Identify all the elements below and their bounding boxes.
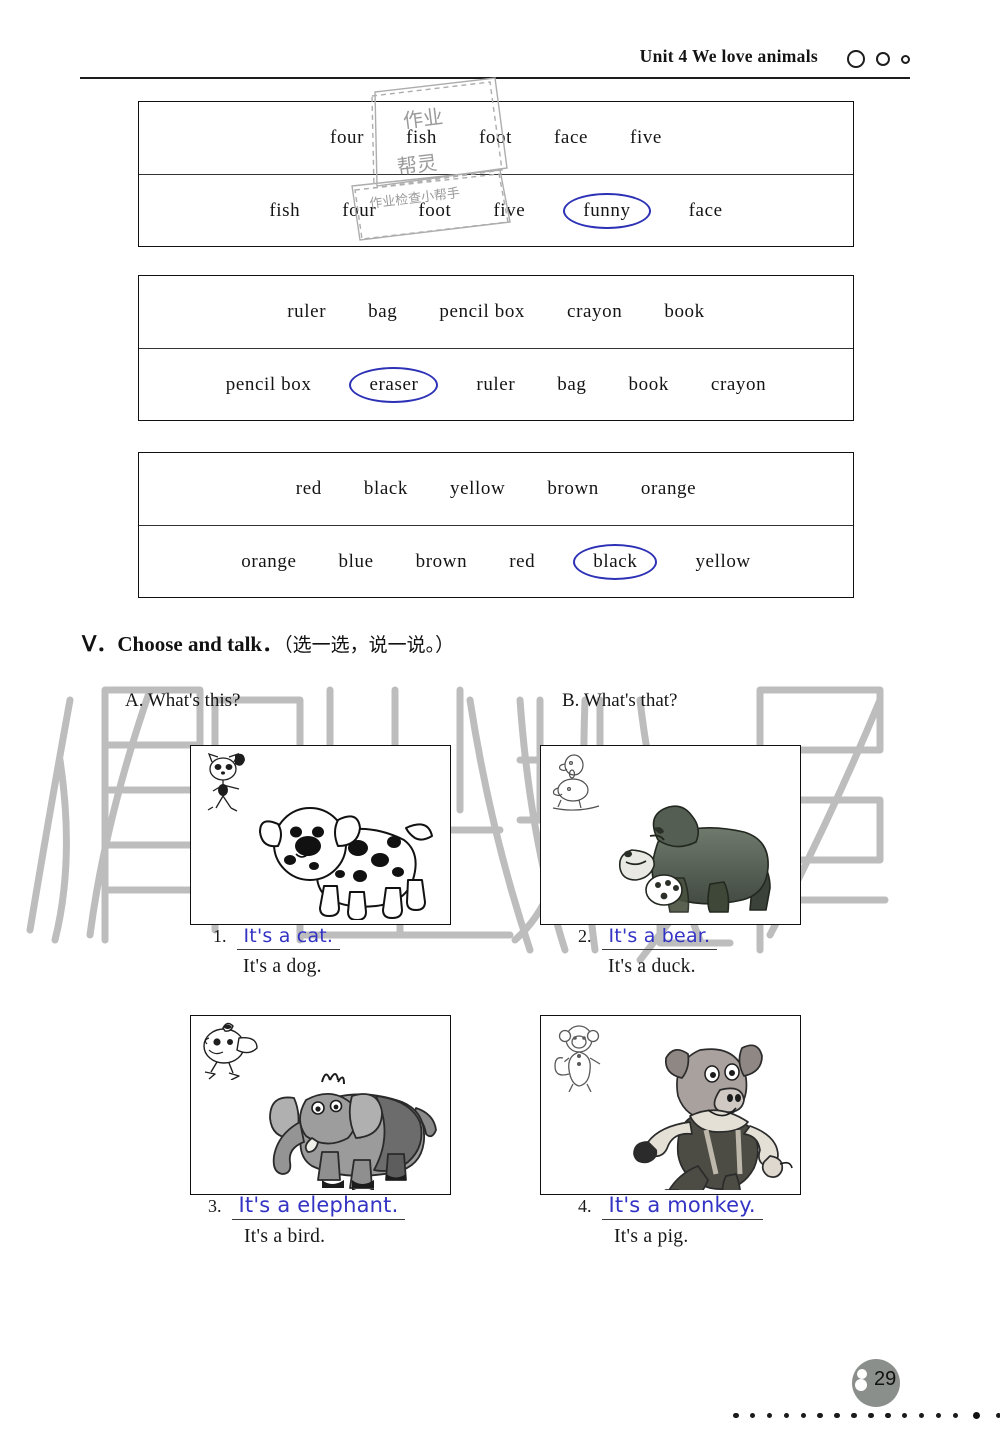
- word-table-colours: red black yellow brown orange orange blu…: [138, 452, 854, 598]
- word-item: red: [509, 550, 536, 572]
- group-label-a: A. What's this?: [125, 690, 241, 711]
- word-item: blue: [338, 550, 374, 572]
- elephant-illustration: [269, 1073, 437, 1190]
- table-row: fish four foot five funny face: [139, 174, 853, 246]
- dressed-pig-illustration: [633, 1044, 793, 1190]
- table-row: ruler bag pencil box crayon book: [139, 276, 853, 348]
- word-row: ruler bag pencil box crayon book: [283, 299, 709, 325]
- picture-box-dalmatian-dog: [190, 745, 451, 925]
- word-item: pencil box: [225, 373, 312, 395]
- dalmatian-dog-illustration: [259, 807, 433, 920]
- word-item-circled: funny: [563, 192, 651, 229]
- page-header: Unit 4 We love animals: [80, 46, 910, 86]
- word-row: red black yellow brown orange: [292, 476, 700, 502]
- word-item: foot: [418, 199, 452, 221]
- word-item: orange: [640, 478, 697, 499]
- bear-illustration: [618, 805, 771, 913]
- answer-number: 2.: [578, 926, 592, 946]
- answer-number: 1.: [213, 926, 227, 946]
- printed-answer: It's a pig.: [614, 1226, 689, 1247]
- answer-item-3: 3. It's a elephant. It's a bird.: [208, 1193, 406, 1248]
- word-item: red: [295, 478, 322, 499]
- page-number: 29: [874, 1368, 897, 1390]
- word-item: four: [342, 199, 377, 221]
- word-row: orange blue brown red black yellow: [237, 543, 755, 580]
- header-rule: [80, 77, 910, 79]
- word-item: yellow: [695, 550, 751, 572]
- word-table-numbers-and-face: four fish foot face five fish four foot …: [138, 101, 854, 247]
- word-item: orange: [241, 550, 297, 572]
- table-row: pencil box eraser ruler bag book crayon: [139, 348, 853, 420]
- word-item-circled: eraser: [349, 366, 439, 403]
- word-item: pencil box: [439, 301, 526, 322]
- word-item: ruler: [476, 373, 516, 395]
- header-dot-group: [847, 48, 910, 70]
- word-item: face: [554, 127, 589, 148]
- word-item: brown: [547, 478, 599, 499]
- word-item: five: [493, 199, 526, 221]
- answer-written-row: 4. It's a monkey.: [578, 1193, 763, 1220]
- word-row: four fish foot face five: [326, 125, 666, 151]
- footer-dot-line: [733, 1408, 1000, 1423]
- word-item: yellow: [450, 478, 506, 499]
- answer-number: 3.: [208, 1196, 222, 1216]
- table-row: orange blue brown red black yellow: [139, 525, 853, 597]
- small-circle-icon: [901, 54, 910, 64]
- word-row: fish four foot five funny face: [265, 192, 726, 229]
- table-row: red black yellow brown orange: [139, 453, 853, 525]
- printed-answer: It's a duck.: [608, 956, 696, 977]
- answer-item-2: 2. It's a bear. It's a duck.: [578, 925, 718, 978]
- page-footer: [0, 1386, 1000, 1446]
- printed-answer: It's a dog.: [243, 956, 322, 977]
- picture-box-elephant: [190, 1015, 451, 1195]
- word-row: pencil box eraser ruler bag book crayon: [222, 366, 770, 403]
- word-item: crayon: [567, 301, 623, 322]
- monkey-sketch-icon: [554, 1025, 601, 1092]
- word-item: crayon: [710, 373, 767, 395]
- word-table-school-things: ruler bag pencil box crayon book pencil …: [138, 275, 854, 421]
- duck-sketch-icon: [552, 754, 600, 811]
- handwritten-answer[interactable]: It's a cat.: [236, 925, 341, 950]
- section-heading: Ⅴ．Choose and talk．（选一选，说一说。）: [82, 628, 454, 658]
- word-item: ruler: [287, 301, 327, 322]
- answer-item-1: 1. It's a cat. It's a dog.: [213, 925, 341, 978]
- handwritten-answer[interactable]: It's a bear.: [601, 925, 718, 950]
- word-item-circled: black: [573, 543, 658, 580]
- medium-circle-icon: [876, 52, 890, 66]
- handwritten-answer[interactable]: It's a monkey.: [601, 1193, 763, 1220]
- word-item: book: [664, 301, 705, 322]
- handwritten-answer[interactable]: It's a elephant.: [231, 1193, 406, 1220]
- answer-item-4: 4. It's a monkey. It's a pig.: [578, 1193, 763, 1248]
- answer-written-row: 2. It's a bear.: [578, 925, 718, 950]
- table-row: four fish foot face five: [139, 102, 853, 174]
- section-title-en: Choose and talk．: [117, 632, 284, 656]
- word-item: fish: [406, 127, 437, 148]
- word-item: fish: [269, 199, 301, 221]
- picture-box-dressed-pig: [540, 1015, 801, 1195]
- large-circle-icon: [847, 50, 865, 68]
- answer-written-row: 3. It's a elephant.: [208, 1193, 406, 1220]
- word-item: book: [628, 373, 669, 395]
- picture-box-bear: [540, 745, 801, 925]
- word-item: brown: [415, 550, 468, 572]
- group-label-b: B. What's that?: [562, 690, 678, 711]
- section-numeral: Ⅴ．: [82, 632, 118, 656]
- word-item: five: [630, 127, 662, 148]
- answer-written-row: 1. It's a cat.: [213, 925, 341, 950]
- word-item: face: [688, 199, 723, 221]
- word-item: bag: [368, 301, 398, 322]
- unit-title: Unit 4 We love animals: [639, 46, 818, 66]
- answer-number: 4.: [578, 1196, 592, 1216]
- word-item: foot: [478, 127, 512, 148]
- word-item: black: [363, 478, 409, 499]
- printed-answer: It's a bird.: [244, 1226, 326, 1247]
- section-title-cn: （选一选，说一说。）: [283, 634, 455, 656]
- word-item: four: [330, 127, 365, 148]
- cartoon-cat-icon: [207, 752, 245, 812]
- word-item: bag: [557, 373, 587, 395]
